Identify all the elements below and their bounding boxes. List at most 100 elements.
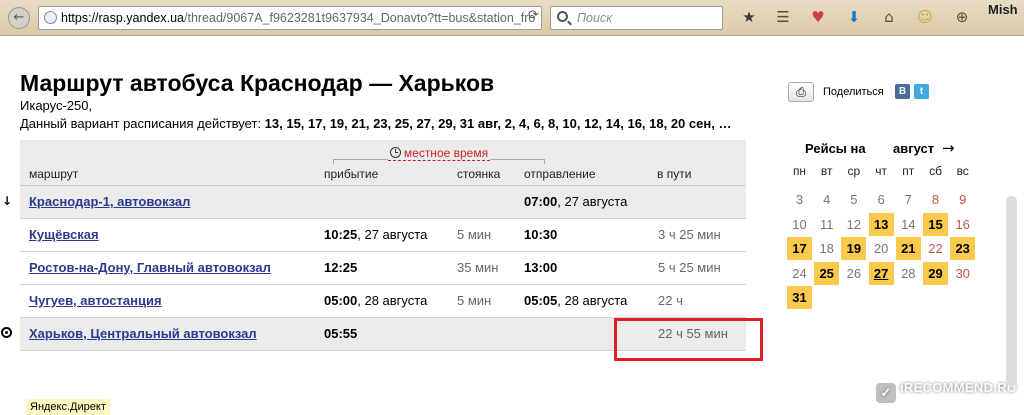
globe-icon bbox=[44, 11, 57, 24]
print-button[interactable]: ⎙ bbox=[788, 82, 814, 102]
calendar-day: 11 bbox=[819, 216, 834, 232]
recommend-badge-icon: ✓ bbox=[876, 383, 896, 403]
search-placeholder: Поиск bbox=[577, 11, 613, 25]
calendar-day[interactable]: 27 bbox=[868, 261, 894, 285]
stop-link[interactable]: Краснодар-1, автовокзал bbox=[29, 194, 190, 209]
table-header: местное время маршрут прибытие стоянка о… bbox=[20, 140, 746, 186]
calendar-day[interactable]: 19 bbox=[841, 237, 867, 260]
calendar-day: 30 bbox=[955, 265, 970, 281]
calendar-day[interactable]: 23 bbox=[950, 237, 976, 260]
travel-time-cell: 22 ч bbox=[658, 293, 683, 308]
bus-model: Икарус-250, bbox=[20, 98, 93, 113]
destination-icon bbox=[1, 327, 12, 338]
header-arrival: прибытие bbox=[324, 167, 379, 181]
page-title: Маршрут автобуса Краснодар — Харьков bbox=[20, 70, 495, 96]
calendar-day: 12 bbox=[846, 216, 862, 232]
bookmark-star-icon[interactable]: ★ bbox=[740, 8, 758, 26]
calendar-day: 20 bbox=[873, 241, 889, 256]
local-time-label: местное время bbox=[403, 146, 489, 160]
departure-cell: 07:00, 27 августа bbox=[524, 194, 628, 209]
stop-link[interactable]: Ростов-на-Дону, Главный автовокзал bbox=[29, 260, 271, 275]
calendar-day: 5 bbox=[850, 192, 858, 207]
next-month-arrow-icon[interactable]: → bbox=[942, 139, 955, 157]
pocket-icon[interactable]: ♥ bbox=[809, 8, 827, 26]
calendar-day: 24 bbox=[792, 265, 807, 281]
calendar-weekday: пт bbox=[902, 164, 915, 178]
header-stop: стоянка bbox=[457, 167, 501, 181]
calendar-day: 10 bbox=[792, 216, 807, 232]
network-icon[interactable]: ⊕ bbox=[953, 8, 971, 26]
stop-duration-cell: 5 мин bbox=[457, 227, 492, 242]
vk-share-button[interactable]: В bbox=[895, 84, 910, 99]
search-icon bbox=[557, 11, 568, 22]
calendar-day: 7 bbox=[904, 192, 912, 207]
departure-cell: 05:05, 28 августа bbox=[524, 293, 628, 308]
page-scrollbar[interactable] bbox=[1006, 196, 1017, 386]
start-arrow-icon: ↓ bbox=[2, 194, 13, 208]
stop-duration-cell: 35 мин bbox=[457, 260, 499, 275]
url-path: /thread/9067A_f9623281t9637934_Donavto?t… bbox=[184, 11, 536, 25]
arrival-cell: 05:55 bbox=[324, 326, 358, 341]
browser-toolbar: ← https://rasp.yandex.ua/thread/9067A_f9… bbox=[0, 0, 1024, 36]
home-icon[interactable]: ⌂ bbox=[880, 8, 898, 26]
search-input[interactable]: Поиск bbox=[550, 6, 723, 30]
calendar-day[interactable]: 29 bbox=[923, 261, 948, 285]
stop-link[interactable]: Харьков, Центральный автовокзал bbox=[29, 326, 257, 341]
header-duration: в пути bbox=[657, 167, 692, 181]
calendar-day: 6 bbox=[877, 192, 885, 207]
calendar-weekday: чт bbox=[875, 164, 887, 178]
travel-time-cell: 5 ч 25 мин bbox=[658, 260, 721, 275]
calendar-weekday: вт bbox=[820, 164, 833, 178]
twitter-share-button[interactable]: t bbox=[914, 84, 929, 99]
table-row: Чугуев, автостанция 05:00, 28 августа 5 … bbox=[20, 285, 746, 318]
calendar-weekday: пн bbox=[792, 164, 807, 178]
calendar-day: 22 bbox=[928, 241, 943, 256]
profile-name[interactable]: Mish bbox=[988, 2, 1018, 17]
reload-icon[interactable]: ⟳ bbox=[528, 8, 539, 23]
travel-time-cell: 3 ч 25 мин bbox=[658, 227, 721, 242]
url-domain: https://rasp.yandex.ua bbox=[61, 11, 184, 25]
calendar-day[interactable]: 31 bbox=[787, 286, 812, 309]
yandex-direct-label[interactable]: Яндекс.Директ bbox=[26, 399, 110, 415]
stop-link[interactable]: Чугуев, автостанция bbox=[29, 293, 162, 308]
watermark-text: iRECOMMEND.RU bbox=[900, 380, 1017, 395]
header-departure: отправление bbox=[524, 167, 596, 181]
calendar-day[interactable]: 13 bbox=[868, 212, 894, 236]
header-route: маршрут bbox=[29, 167, 79, 181]
table-row: Кущёвская 10:25, 27 августа 5 мин 10:30 … bbox=[20, 219, 746, 252]
local-time-toggle[interactable]: местное время bbox=[333, 146, 545, 164]
stop-link[interactable]: Кущёвская bbox=[29, 227, 99, 242]
schedule-validity: Данный вариант расписания действует: 13,… bbox=[20, 116, 731, 131]
calendar-day[interactable]: 25 bbox=[814, 261, 840, 285]
stop-duration-cell: 5 мин bbox=[457, 293, 492, 308]
calendar-day: 4 bbox=[823, 192, 831, 207]
departure-cell: 10:30 bbox=[524, 227, 558, 242]
table-row: Краснодар-1, автовокзал 07:00, 27 август… bbox=[20, 186, 746, 219]
arrival-cell: 05:00, 28 августа bbox=[324, 293, 428, 308]
calendar-day: 9 bbox=[959, 192, 967, 207]
address-bar[interactable]: https://rasp.yandex.ua/thread/9067A_f962… bbox=[38, 6, 542, 30]
departure-cell: 13:00 bbox=[524, 260, 558, 275]
calendar-weekday: сб bbox=[929, 164, 942, 178]
reading-list-icon[interactable]: ☰ bbox=[774, 8, 792, 26]
clock-icon bbox=[389, 147, 401, 158]
table-row: Ростов-на-Дону, Главный автовокзал 12:25… bbox=[20, 252, 746, 285]
emoji-icon[interactable]: ☺ bbox=[916, 8, 934, 26]
calendar-day[interactable]: 21 bbox=[895, 237, 921, 260]
validity-label: Данный вариант расписания действует: bbox=[20, 116, 262, 131]
calendar-day: 16 bbox=[955, 216, 970, 232]
share-label: Поделиться bbox=[823, 86, 884, 98]
download-icon[interactable]: ⬇ bbox=[845, 8, 863, 26]
back-button[interactable]: ← bbox=[8, 7, 30, 29]
arrival-cell: 10:25, 27 августа bbox=[324, 227, 428, 242]
calendar-day[interactable]: 17 bbox=[787, 237, 812, 260]
calendar-day: 3 bbox=[795, 192, 804, 207]
calendar-day: 8 bbox=[931, 192, 940, 207]
validity-dates: 13, 15, 17, 19, 21, 23, 25, 27, 29, 31 а… bbox=[264, 116, 732, 131]
calendar-day[interactable]: 15 bbox=[923, 212, 948, 236]
calendar-title: Рейсы на bbox=[805, 141, 866, 156]
calendar-day: 14 bbox=[901, 216, 916, 232]
highlight-box bbox=[614, 318, 763, 361]
arrival-cell: 12:25 bbox=[324, 260, 358, 275]
calendar-day: 18 bbox=[819, 241, 834, 256]
